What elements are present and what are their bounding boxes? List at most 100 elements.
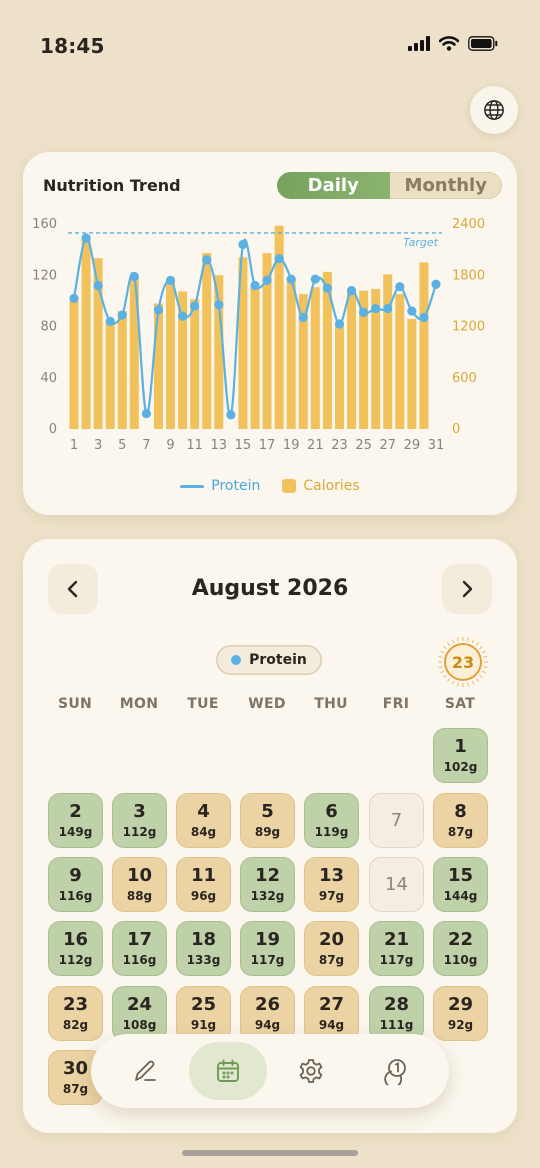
day-number: 4 (197, 800, 210, 822)
status-icons (408, 36, 498, 51)
tab-calendar[interactable] (189, 1042, 267, 1100)
metric-filter-chip[interactable]: Protein (216, 645, 322, 675)
protein-point (69, 293, 79, 303)
gear-icon (299, 1059, 323, 1083)
tab-daily[interactable]: Daily (277, 172, 390, 199)
left-axis-tick: 160 (32, 217, 57, 232)
day-number: 1 (454, 735, 467, 757)
x-axis-tick: 31 (428, 438, 445, 453)
globe-icon (484, 100, 504, 120)
calendar-day-25[interactable]: 25 91g (176, 986, 231, 1041)
x-axis-tick: 27 (379, 438, 396, 453)
calendar-day-9[interactable]: 9 116g (48, 857, 103, 912)
weekday-label: TUE (187, 696, 219, 712)
x-axis-tick: 15 (235, 438, 252, 453)
calendar-day-10[interactable]: 10 88g (112, 857, 167, 912)
calendar-day-17[interactable]: 17 116g (112, 921, 167, 976)
calendar-day-27[interactable]: 27 94g (304, 986, 359, 1041)
left-axis-tick: 40 (40, 371, 57, 386)
calendar-day-12[interactable]: 12 132g (240, 857, 295, 912)
protein-point (322, 283, 332, 293)
day-number: 12 (254, 864, 281, 886)
day-protein-value: 144g (443, 888, 478, 903)
calendar-day-7[interactable]: 7 (369, 793, 424, 848)
calendar-day-23[interactable]: 23 82g (48, 986, 103, 1041)
left-axis-tick: 0 (49, 422, 57, 437)
calendar-day-2[interactable]: 2 149g (48, 793, 103, 848)
day-number: 19 (254, 928, 281, 950)
calendar-day-24[interactable]: 24 108g (112, 986, 167, 1041)
calendar-day-18[interactable]: 18 133g (176, 921, 231, 976)
calendar-day-8[interactable]: 8 87g (433, 793, 488, 848)
chevron-right-icon (462, 580, 473, 598)
calendar-day-26[interactable]: 26 94g (240, 986, 295, 1041)
x-axis-tick: 13 (211, 438, 228, 453)
x-axis-tick: 23 (331, 438, 348, 453)
protein-point (165, 275, 176, 285)
calorie-bar (105, 319, 115, 429)
protein-point (250, 280, 260, 291)
status-time: 18:45 (40, 34, 105, 58)
x-axis-tick: 21 (307, 438, 324, 453)
day-number: 18 (190, 928, 217, 950)
calendar-day-21[interactable]: 21 117g (369, 921, 424, 976)
calendar-day-3[interactable]: 3 112g (112, 793, 167, 848)
legend-item-protein[interactable]: Protein (180, 478, 260, 494)
protein-point (334, 319, 345, 329)
day-protein-value: 116g (122, 952, 157, 967)
protein-point (81, 233, 91, 243)
calorie-bar (383, 274, 393, 429)
protein-point (274, 253, 284, 264)
filter-chip-label: Protein (249, 652, 307, 668)
target-label: Target (403, 236, 439, 249)
tab-monthly[interactable]: Monthly (390, 172, 503, 199)
calendar-day-28[interactable]: 28 111g (369, 986, 424, 1041)
x-axis-tick: 29 (404, 438, 421, 453)
day-number: 15 (447, 864, 474, 886)
day-number: 5 (261, 800, 274, 822)
chart-legend: Protein Calories (23, 478, 517, 494)
protein-line-swatch (180, 484, 205, 488)
x-axis-tick: 19 (283, 438, 300, 453)
day-number: 23 (62, 993, 89, 1015)
tab-finance[interactable] (355, 1042, 433, 1100)
tab-settings[interactable] (272, 1042, 350, 1100)
protein-point (93, 280, 103, 291)
right-axis-tick: 0 (452, 422, 460, 437)
calendar-day-22[interactable]: 22 110g (433, 921, 488, 976)
calendar-day-20[interactable]: 20 87g (304, 921, 359, 976)
nutrition-chart: 040801201600600120018002400Target1 3 5 7 9 11… (32, 217, 485, 453)
day-protein-value: 102g (443, 759, 478, 774)
calorie-bar (395, 294, 405, 429)
day-protein-value: 111g (379, 1017, 414, 1032)
calendar-day-6[interactable]: 6 119g (304, 793, 359, 848)
calendar-day-13[interactable]: 13 97g (304, 857, 359, 912)
calendar-day-1[interactable]: 1 102g (433, 728, 488, 783)
left-axis-tick: 80 (40, 320, 57, 335)
calendar-day-4[interactable]: 4 84g (176, 793, 231, 848)
calendar-day-29[interactable]: 29 92g (433, 986, 488, 1041)
calendar-day-15[interactable]: 15 144g (433, 857, 488, 912)
day-protein-value: 87g (318, 952, 345, 967)
x-axis-tick: 11 (186, 438, 203, 453)
language-button[interactable] (470, 86, 518, 134)
card-title: Nutrition Trend (43, 176, 181, 195)
weekday-label: FRI (382, 696, 410, 712)
calendar-day-5[interactable]: 5 89g (240, 793, 295, 848)
legend-item-calories[interactable]: Calories (282, 478, 360, 494)
x-axis-tick: 9 (166, 438, 174, 453)
day-number: 2 (69, 800, 82, 822)
calendar-day-19[interactable]: 19 117g (240, 921, 295, 976)
calendar-day-16[interactable]: 16 112g (48, 921, 103, 976)
tab-edit[interactable] (106, 1042, 184, 1100)
right-axis-tick: 600 (452, 371, 477, 386)
protein-point (359, 307, 369, 318)
home-indicator (182, 1150, 358, 1156)
cellular-signal-icon (408, 36, 430, 51)
calendar-day-11[interactable]: 11 96g (176, 857, 231, 912)
calendar-day-14[interactable]: 14 (369, 857, 424, 912)
protein-point (178, 311, 188, 321)
today-button[interactable]: 23 (435, 637, 491, 687)
protein-point (117, 310, 127, 320)
next-month-button[interactable] (442, 564, 492, 614)
